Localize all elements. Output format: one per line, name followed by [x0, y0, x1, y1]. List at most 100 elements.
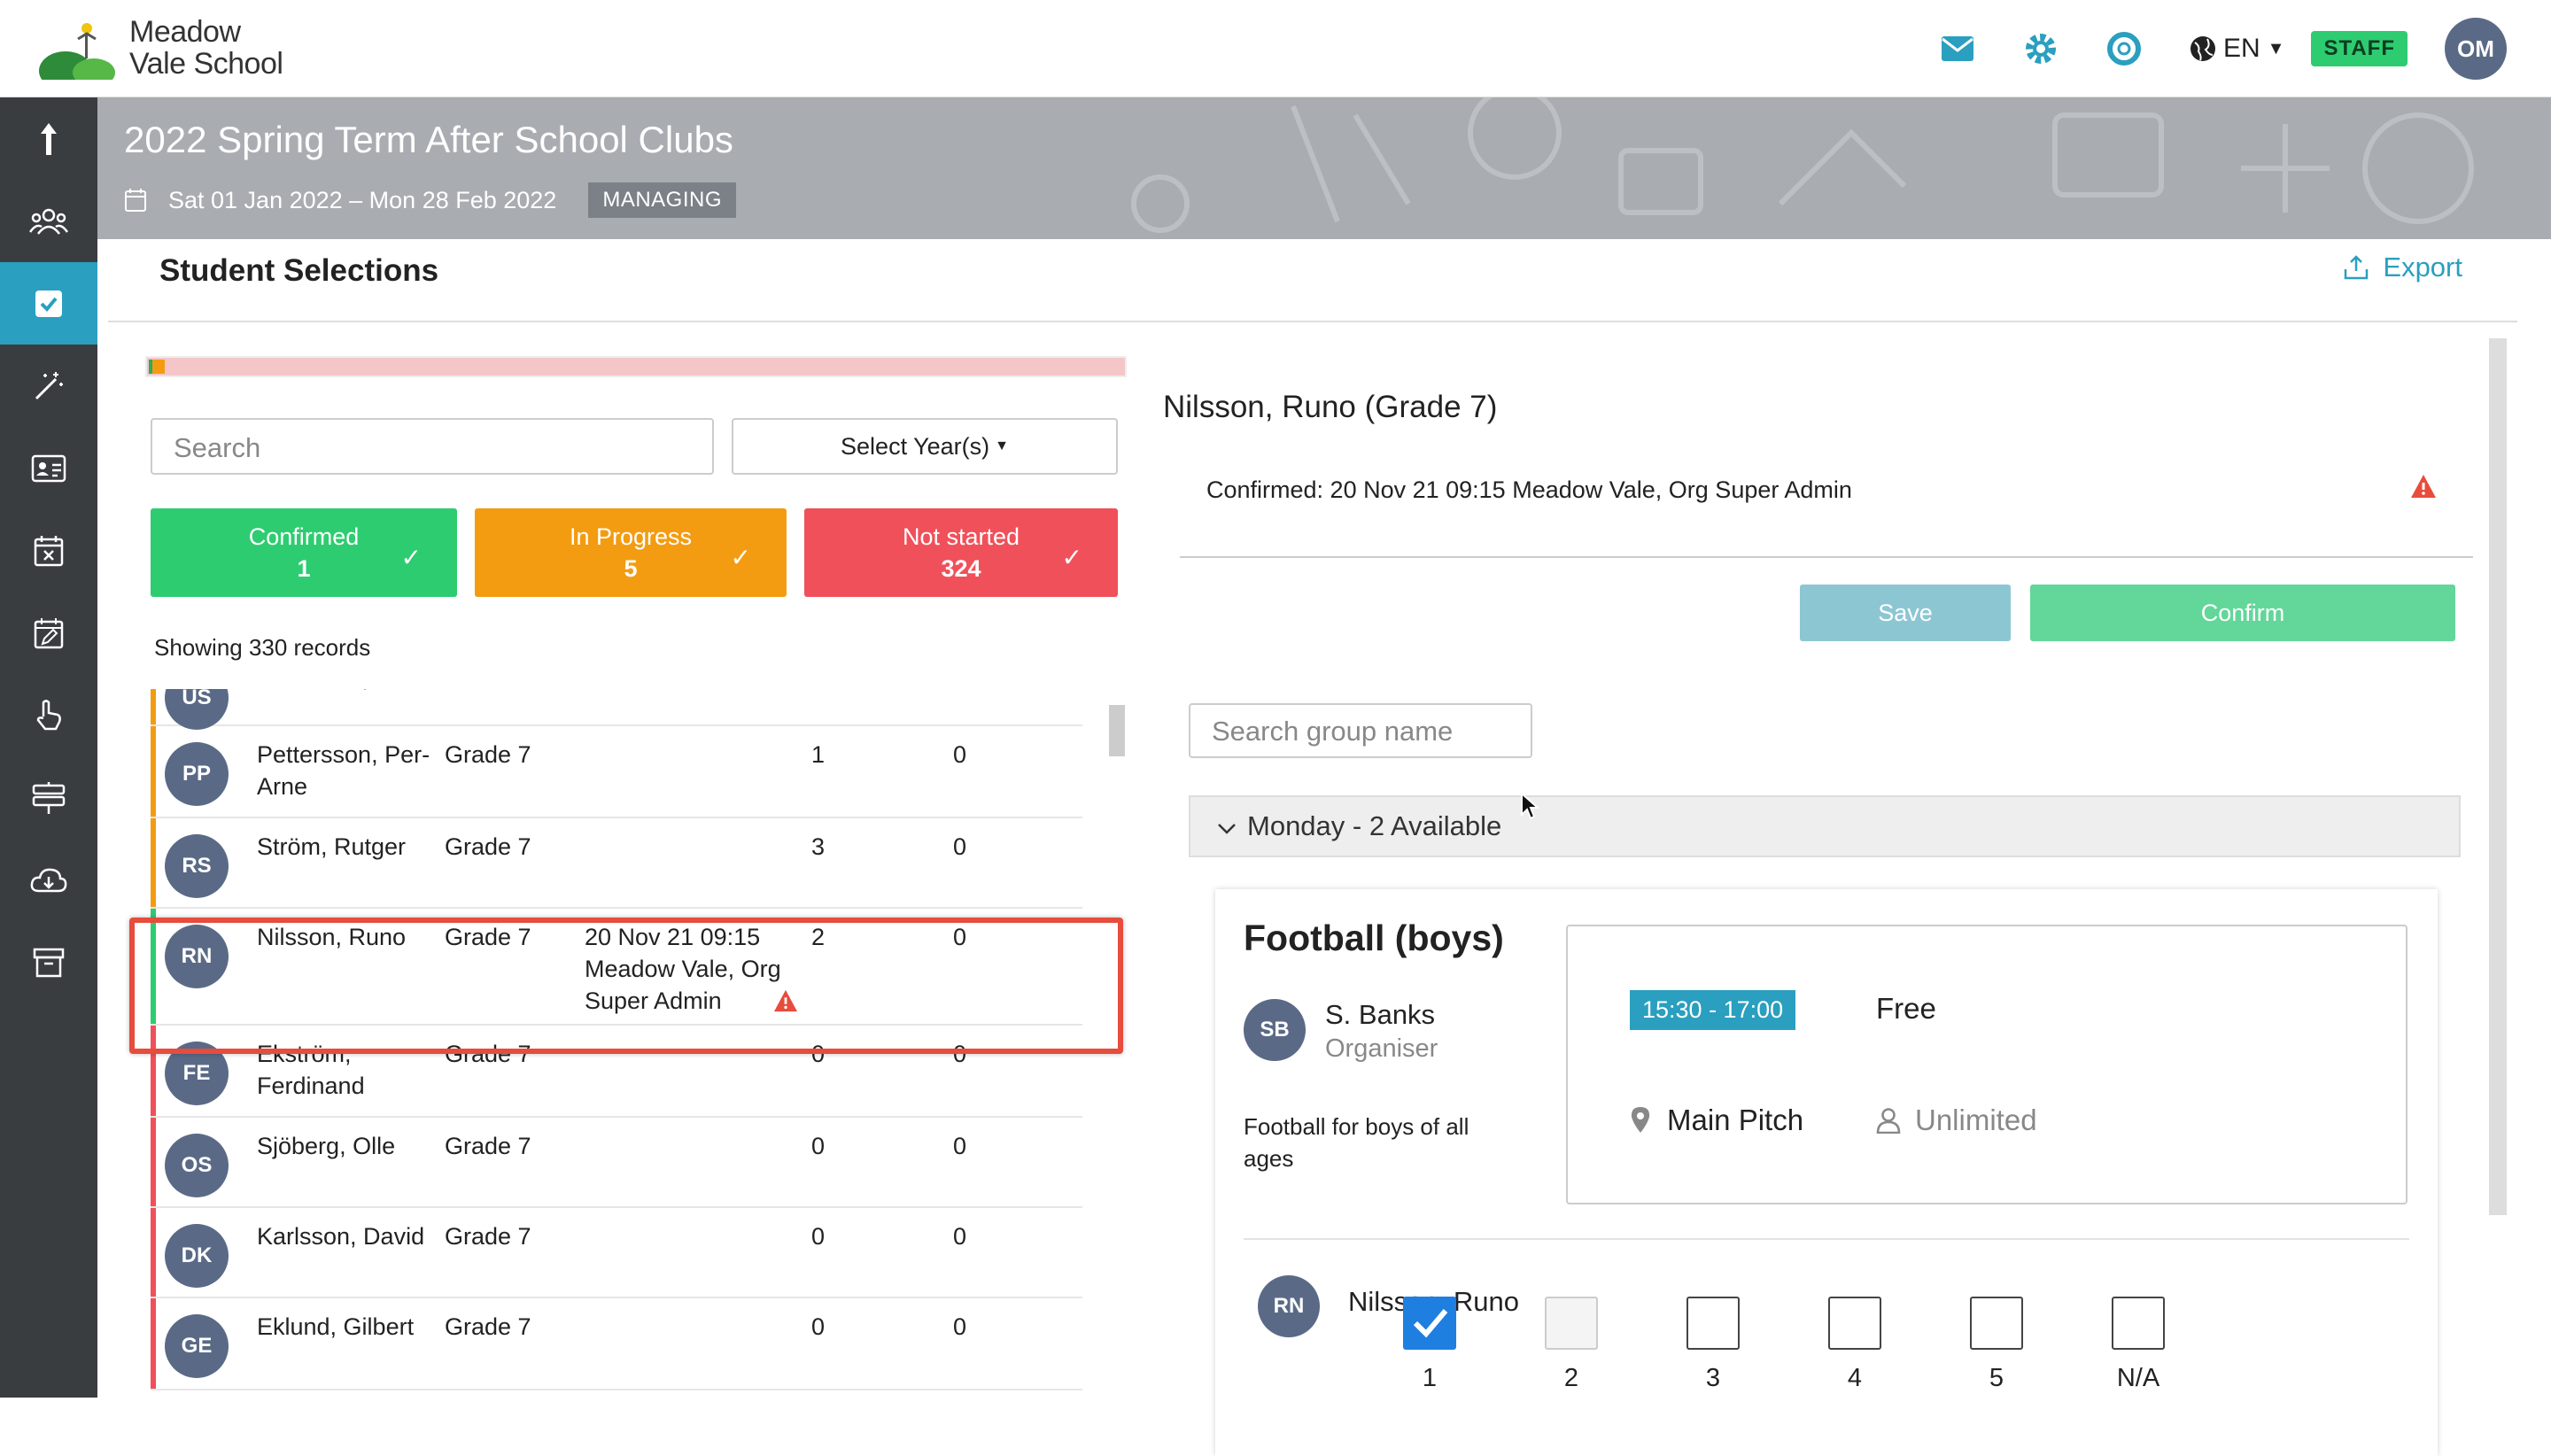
- student-grade: Grade 7: [445, 833, 531, 860]
- capacity-label: Unlimited: [1915, 1104, 2037, 1136]
- term-date-range: Sat 01 Jan 2022 – Mon 28 Feb 2022: [168, 186, 557, 213]
- choice-checkbox-4[interactable]: [1828, 1297, 1881, 1350]
- choice-label: 5: [1989, 1364, 2004, 1392]
- sidebar: [0, 97, 97, 1398]
- export-label: Export: [2383, 252, 2462, 283]
- choice-checkbox-1[interactable]: [1403, 1297, 1456, 1350]
- status-confirmed-filter[interactable]: Confirmed 1 ✓: [151, 508, 457, 597]
- time-badge: 15:30 - 17:00: [1630, 990, 1796, 1030]
- status-indicator-bar: [151, 689, 156, 724]
- detail-scrollbar[interactable]: [2489, 338, 2507, 1215]
- allocated-count: 0: [953, 1313, 967, 1340]
- caret-down-icon: ▼: [2267, 38, 2285, 58]
- sidebar-item-selections[interactable]: [0, 262, 97, 345]
- detail-divider: [1180, 556, 2473, 558]
- managing-badge: MANAGING: [588, 182, 737, 218]
- selected-row-highlight: [129, 918, 1123, 1054]
- sidebar-item-signpost[interactable]: [0, 756, 97, 839]
- records-count: Showing 330 records: [154, 634, 371, 661]
- student-row[interactable]: PP Pettersson, Per-Arne Grade 7 1 0: [151, 726, 1082, 818]
- logo-line-1: Meadow: [129, 15, 241, 49]
- check-icon: ✓: [730, 544, 751, 571]
- year-select-dropdown[interactable]: Select Year(s) ▼: [732, 418, 1118, 475]
- sidebar-item-pointer[interactable]: [0, 674, 97, 756]
- status-label: Confirmed: [248, 523, 360, 550]
- selection-count: 3: [811, 833, 826, 860]
- status-indicator-bar: [151, 1298, 156, 1389]
- help-lifebuoy-icon[interactable]: [2106, 31, 2142, 66]
- day-group-header[interactable]: Monday - 2 Available: [1189, 795, 2461, 857]
- mouse-cursor-icon: [1521, 792, 1539, 820]
- day-header-label: Monday - 2 Available: [1247, 810, 1502, 841]
- student-avatar: OS: [165, 1134, 229, 1197]
- allocated-count: 0: [953, 689, 966, 694]
- price-label: Free: [1876, 992, 1936, 1025]
- sidebar-item-people[interactable]: [0, 180, 97, 262]
- list-scrollbar[interactable]: [1109, 705, 1125, 756]
- status-in-progress-filter[interactable]: In Progress 5 ✓: [475, 508, 787, 597]
- sidebar-item-magic[interactable]: [0, 345, 97, 427]
- check-icon: ✓: [400, 544, 422, 571]
- gear-icon[interactable]: [2023, 31, 2059, 66]
- warning-icon[interactable]: [2409, 473, 2438, 504]
- check-icon: ✓: [1061, 544, 1082, 571]
- school-logo[interactable]: Meadow Vale School: [39, 16, 283, 90]
- choice-checkbox-na[interactable]: [2112, 1297, 2165, 1350]
- sidebar-item-archive[interactable]: [0, 921, 97, 1003]
- save-button[interactable]: Save: [1800, 585, 2011, 641]
- student-name: Sjöberg, Olle: [257, 1133, 396, 1159]
- student-grade: Grade 7: [445, 1313, 531, 1340]
- location-row: Main Pitch: [1630, 1104, 1803, 1137]
- status-indicator-bar: [151, 726, 156, 817]
- status-indicator-bar: [151, 1208, 156, 1297]
- status-indicator-bar: [151, 818, 156, 907]
- sidebar-item-download[interactable]: [0, 839, 97, 921]
- sidebar-item-idcard[interactable]: [0, 427, 97, 509]
- title-divider: [108, 321, 2517, 322]
- student-row[interactable]: GE Eklund, Gilbert Grade 7 0 0: [151, 1298, 1082, 1390]
- archive-icon: [33, 948, 65, 977]
- choice-checkbox-2: [1545, 1297, 1598, 1350]
- selection-count: 0: [811, 1313, 826, 1340]
- club-title: Football (boys): [1244, 918, 1504, 958]
- main-content: Student Selections Export Search Select …: [97, 239, 2551, 1456]
- student-row[interactable]: DK Karlsson, David Grade 7 0 0: [151, 1208, 1082, 1298]
- student-grade: Grade 7: [445, 689, 531, 694]
- confirmation-text: Confirmed: 20 Nov 21 09:15 Meadow Vale, …: [1206, 476, 1852, 503]
- checklist-icon: [35, 290, 62, 317]
- student-search-input[interactable]: Search: [151, 418, 714, 475]
- selection-count: 4: [811, 689, 825, 694]
- choice-label: 4: [1847, 1364, 1863, 1392]
- student-row[interactable]: RS Ström, Rutger Grade 7 3 0: [151, 818, 1082, 909]
- choice-label: 3: [1705, 1364, 1721, 1392]
- user-avatar[interactable]: OM: [2445, 18, 2507, 80]
- magic-wand-icon: [35, 371, 63, 399]
- confirm-button[interactable]: Confirm: [2030, 585, 2455, 641]
- student-avatar: GE: [165, 1314, 229, 1378]
- student-name: Eklund, Gilbert: [257, 1313, 415, 1340]
- choice-label: 2: [1563, 1364, 1579, 1392]
- sidebar-item-upload[interactable]: [0, 97, 97, 180]
- club-card: Football (boys) SB S. Banks Organiser Fo…: [1215, 889, 2438, 1456]
- choice-label: N/A: [2116, 1364, 2160, 1392]
- caret-down-icon: ▼: [995, 438, 1009, 453]
- sidebar-item-calendar-edit[interactable]: [0, 592, 97, 674]
- student-avatar: RN: [1258, 1275, 1320, 1337]
- status-not-started-filter[interactable]: Not started 324 ✓: [804, 508, 1118, 597]
- calendar-icon: [125, 189, 146, 212]
- people-icon: [29, 208, 68, 235]
- mail-icon[interactable]: [1940, 31, 1975, 66]
- export-button[interactable]: Export: [2342, 252, 2462, 283]
- student-name: Ström, Rutger: [257, 833, 407, 860]
- choice-checkbox-3[interactable]: [1686, 1297, 1740, 1350]
- allocated-count: 0: [953, 741, 967, 768]
- year-select-label: Select Year(s): [841, 432, 990, 460]
- group-search-input[interactable]: Search group name: [1189, 703, 1532, 758]
- choice-checkbox-5[interactable]: [1970, 1297, 2023, 1350]
- sidebar-item-calendar-x[interactable]: [0, 509, 97, 592]
- student-row[interactable]: OS Sjöberg, Olle Grade 7 0 0: [151, 1118, 1082, 1208]
- language-selector[interactable]: EN ▼: [2190, 34, 2284, 64]
- selection-count: 0: [811, 1223, 826, 1250]
- logo-text: Meadow Vale School: [129, 16, 283, 80]
- student-row[interactable]: US Svensson, Otto Grade 7 4 0: [151, 689, 1082, 730]
